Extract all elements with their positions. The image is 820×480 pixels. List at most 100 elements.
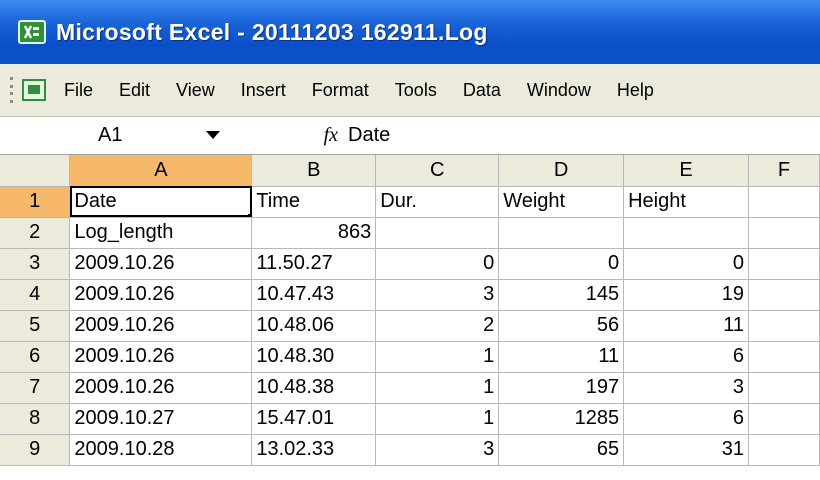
column-header-c[interactable]: C [375,155,500,187]
table-row: 3 2009.10.26 11.50.27 0 0 0 [0,248,820,280]
toolbar-grip[interactable] [10,75,18,105]
column-header-d[interactable]: D [498,155,625,187]
cell[interactable]: 65 [498,434,625,466]
cell[interactable]: 2009.10.26 [69,341,253,373]
cell[interactable] [623,217,750,249]
cell[interactable] [748,434,820,466]
cell[interactable]: 2009.10.26 [69,372,253,404]
column-header-a[interactable]: A [69,155,253,187]
cell[interactable]: 863 [251,217,377,249]
cell[interactable]: 10.48.38 [251,372,377,404]
cell[interactable] [748,372,820,404]
menu-view[interactable]: View [176,80,215,101]
cell[interactable] [748,217,820,249]
cell[interactable]: 10.47.43 [251,279,377,311]
cell[interactable]: 3 [623,372,750,404]
cell[interactable] [748,310,820,342]
cell[interactable]: Height [623,186,750,218]
column-header-f[interactable]: F [748,155,820,187]
column-header-row: A B C D E F [0,155,820,187]
cell[interactable]: 56 [498,310,625,342]
cell[interactable]: 6 [623,403,750,435]
cell[interactable]: 13.02.33 [251,434,377,466]
cell[interactable] [748,186,820,218]
active-cell[interactable]: Date [69,186,253,218]
menu-edit[interactable]: Edit [119,80,150,101]
select-all-corner[interactable] [0,155,71,187]
cell[interactable]: 2009.10.28 [69,434,253,466]
cell[interactable]: Weight [498,186,625,218]
name-box[interactable]: A1 [0,117,232,154]
cell[interactable]: 0 [375,248,500,280]
row-header[interactable]: 9 [0,434,71,466]
table-row: 2 Log_length 863 [0,217,820,249]
cell[interactable] [375,217,500,249]
excel-icon [18,20,46,44]
cell[interactable]: 197 [498,372,625,404]
cell[interactable]: 145 [498,279,625,311]
row-header[interactable]: 7 [0,372,71,404]
row-header[interactable]: 3 [0,248,71,280]
cell[interactable]: 0 [623,248,750,280]
cell[interactable]: 2009.10.26 [69,279,253,311]
menu-insert[interactable]: Insert [241,80,286,101]
cell[interactable]: 11.50.27 [251,248,377,280]
spreadsheet-grid: A B C D E F 1 Date Time Dur. Weight Height 2 Lo… [0,155,820,466]
menu-format[interactable]: Format [312,80,369,101]
cell[interactable]: 3 [375,279,500,311]
cell[interactable]: 19 [623,279,750,311]
cell[interactable]: 1285 [498,403,625,435]
cell[interactable]: 11 [498,341,625,373]
cell[interactable]: 10.48.30 [251,341,377,373]
table-row: 9 2009.10.28 13.02.33 3 65 31 [0,434,820,466]
cell[interactable]: 6 [623,341,750,373]
table-row: 1 Date Time Dur. Weight Height [0,186,820,218]
title-bar[interactable]: Microsoft Excel - 20111203 162911.Log [0,0,820,64]
row-header[interactable]: 6 [0,341,71,373]
formula-input[interactable]: Date [348,124,390,147]
table-row: 6 2009.10.26 10.48.30 1 11 6 [0,341,820,373]
row-header[interactable]: 8 [0,403,71,435]
cell[interactable]: 15.47.01 [251,403,377,435]
name-box-value[interactable]: A1 [98,124,122,147]
menu-bar: File Edit View Insert Format Tools Data … [0,64,820,117]
row-header[interactable]: 2 [0,217,71,249]
cell[interactable]: Log_length [69,217,253,249]
workbook-icon[interactable] [22,79,46,101]
cell[interactable]: 2009.10.27 [69,403,253,435]
column-header-e[interactable]: E [623,155,750,187]
menu-data[interactable]: Data [463,80,501,101]
chevron-down-icon[interactable] [206,131,220,139]
cell[interactable]: 1 [375,372,500,404]
row-header[interactable]: 1 [0,186,71,218]
cell[interactable] [748,279,820,311]
column-header-b[interactable]: B [251,155,377,187]
row-header[interactable]: 4 [0,279,71,311]
cell[interactable]: 2009.10.26 [69,310,253,342]
window-title: Microsoft Excel - 20111203 162911.Log [56,18,488,45]
cell[interactable]: Dur. [375,186,500,218]
menu-help[interactable]: Help [617,80,654,101]
cell[interactable]: 3 [375,434,500,466]
table-row: 5 2009.10.26 10.48.06 2 56 11 [0,310,820,342]
menu-window[interactable]: Window [527,80,591,101]
cell[interactable]: 31 [623,434,750,466]
cell[interactable] [748,248,820,280]
cell[interactable] [498,217,625,249]
cell[interactable]: Time [251,186,377,218]
table-row: 4 2009.10.26 10.47.43 3 145 19 [0,279,820,311]
menu-tools[interactable]: Tools [395,80,437,101]
menu-file[interactable]: File [64,80,93,101]
cell[interactable]: 10.48.06 [251,310,377,342]
cell[interactable]: 1 [375,341,500,373]
cell[interactable] [748,341,820,373]
cell[interactable]: 2 [375,310,500,342]
formula-bar: A1 fx Date [0,117,820,155]
row-header[interactable]: 5 [0,310,71,342]
cell[interactable]: 1 [375,403,500,435]
fx-icon[interactable]: fx [232,124,344,147]
cell[interactable]: 2009.10.26 [69,248,253,280]
cell[interactable]: 0 [498,248,625,280]
cell[interactable] [748,403,820,435]
cell[interactable]: 11 [623,310,750,342]
